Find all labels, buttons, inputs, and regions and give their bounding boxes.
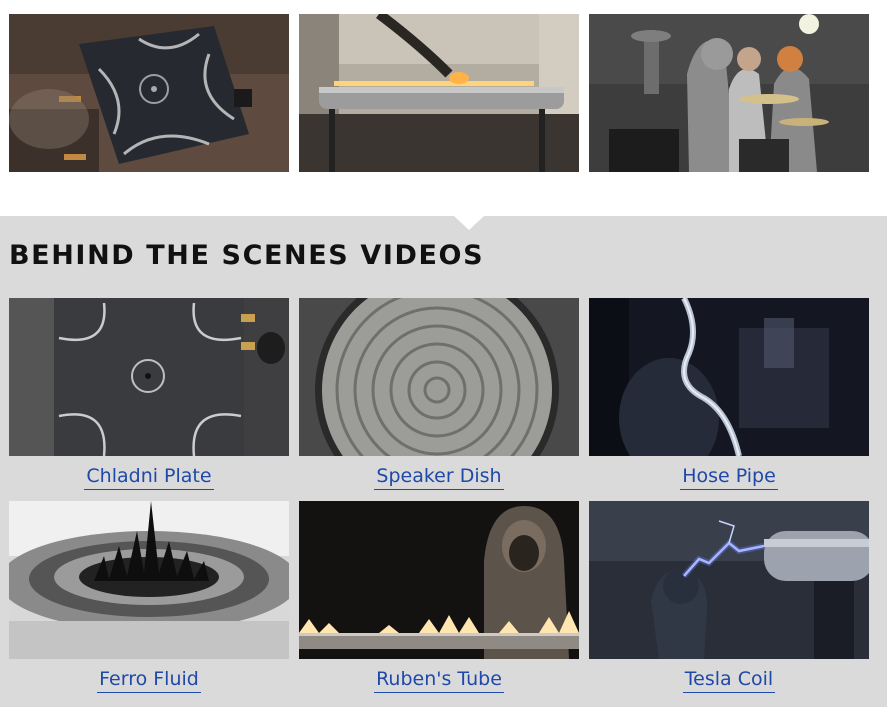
video-link-chladni-plate[interactable]: Chladni Plate <box>84 465 214 490</box>
video-caption-tesla-coil: Tesla Coil <box>589 667 869 693</box>
speaker-dish-thumbnail[interactable] <box>299 298 579 456</box>
section-title: BEHIND THE SCENES VIDEOS <box>9 240 485 271</box>
video-link-speaker-dish[interactable]: Speaker Dish <box>374 465 504 490</box>
video-caption-chladni-plate: Chladni Plate <box>9 464 289 490</box>
video-link-rubens-tube[interactable]: Ruben's Tube <box>374 668 504 693</box>
hose-pipe-thumbnail[interactable] <box>589 298 869 456</box>
ferro-fluid-thumbnail[interactable] <box>9 501 289 659</box>
video-caption-rubens-tube: Ruben's Tube <box>299 667 579 693</box>
video-link-ferro-fluid[interactable]: Ferro Fluid <box>97 668 201 693</box>
chladni-plate-sand-photo[interactable] <box>9 14 289 172</box>
chladni-plate-thumbnail[interactable] <box>9 298 289 456</box>
video-caption-hose-pipe: Hose Pipe <box>589 464 869 490</box>
rubens-tube-flame-photo[interactable] <box>299 14 579 172</box>
drummers-tesla-coil-photo[interactable] <box>589 14 869 172</box>
video-caption-speaker-dish: Speaker Dish <box>299 464 579 490</box>
video-link-hose-pipe[interactable]: Hose Pipe <box>680 465 778 490</box>
rubens-tube-thumbnail[interactable] <box>299 501 579 659</box>
behind-the-scenes-section: BEHIND THE SCENES VIDEOS Chladni Plate S… <box>0 216 887 707</box>
video-link-tesla-coil[interactable]: Tesla Coil <box>682 668 776 693</box>
video-caption-ferro-fluid: Ferro Fluid <box>9 667 289 693</box>
section-pointer-arrow <box>454 216 484 230</box>
tesla-coil-thumbnail[interactable] <box>589 501 869 659</box>
top-photo-strip <box>0 0 887 216</box>
